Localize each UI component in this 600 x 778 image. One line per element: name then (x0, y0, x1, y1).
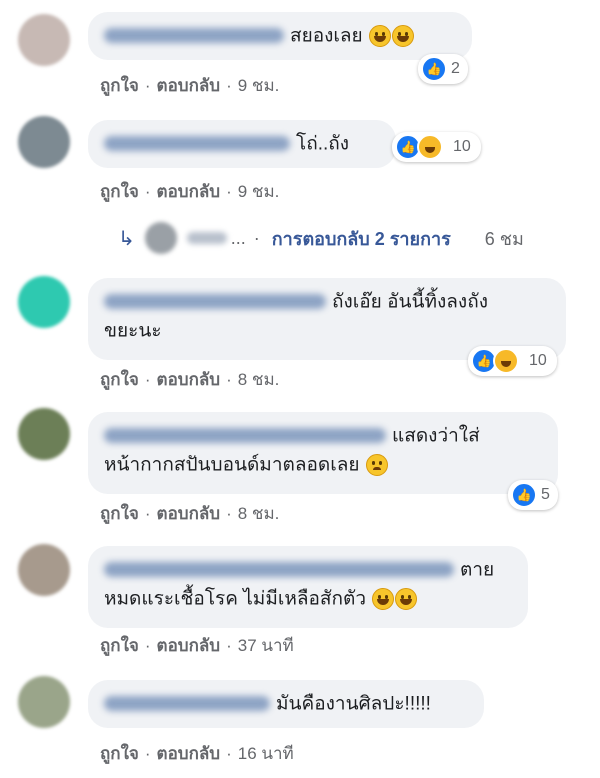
comment-actions: ถูกใจ · ตอบกลับ · 37 นาที (100, 636, 294, 655)
reaction-count: 10 (453, 138, 471, 155)
comment-text: ตาย (460, 559, 495, 581)
timestamp[interactable]: 8 ชม. (238, 504, 280, 523)
author-name-blurred[interactable] (104, 136, 290, 152)
view-replies-link[interactable]: การตอบกลับ 2 รายการ (272, 224, 451, 253)
like-reaction-icon: 👍 (511, 482, 537, 508)
author-name-blurred[interactable] (104, 696, 270, 712)
comment-actions: ถูกใจ · ตอบกลับ · 9 ชม. (100, 182, 280, 201)
comment-text: มันคืองานศิลปะ!!!!! (276, 693, 431, 715)
reply-link[interactable]: ตอบกลับ (157, 76, 221, 95)
comment-text: ขยะนะ (104, 320, 162, 342)
timestamp[interactable]: 37 นาที (238, 636, 294, 655)
comment-text: โถ่..ถัง (296, 133, 350, 155)
timestamp[interactable]: 9 ชม. (238, 76, 280, 95)
timestamp[interactable]: 9 ชม. (238, 182, 280, 201)
like-link[interactable]: ถูกใจ (100, 744, 139, 763)
like-link[interactable]: ถูกใจ (100, 504, 139, 523)
reply-author-blurred (186, 232, 227, 244)
reaction-summary[interactable]: 👍 2 (418, 54, 468, 84)
reaction-summary[interactable]: 👍 10 (392, 132, 481, 162)
comment-bubble: สยองเลย (88, 12, 472, 60)
grin-sweat-emoji-icon (368, 24, 391, 47)
comment-bubble: แสดงว่าใส่ หน้ากากสปันบอนด์มาตลอดเลย (88, 412, 558, 494)
comment-actions: ถูกใจ · ตอบกลับ · 9 ชม. (100, 76, 280, 95)
reaction-summary[interactable]: 👍 10 (468, 346, 557, 376)
comment-actions: ถูกใจ · ตอบกลับ · 16 นาที (100, 744, 294, 763)
view-replies-row[interactable]: ↳ ... · การตอบกลับ 2 รายการ 6 ชม (118, 222, 524, 254)
comment-text: แสดงว่าใส่ (392, 425, 480, 447)
reply-link[interactable]: ตอบกลับ (157, 504, 221, 523)
like-link[interactable]: ถูกใจ (100, 182, 139, 201)
author-name-blurred[interactable] (104, 562, 454, 578)
comment-actions: ถูกใจ · ตอบกลับ · 8 ชม. (100, 504, 280, 523)
avatar[interactable] (18, 276, 70, 328)
author-name-blurred[interactable] (104, 294, 326, 310)
timestamp[interactable]: 16 นาที (238, 744, 294, 763)
reaction-count: 2 (451, 60, 460, 77)
reply-link[interactable]: ตอบกลับ (157, 370, 221, 389)
reply-link[interactable]: ตอบกลับ (157, 182, 221, 201)
comment-text: สยองเลย (290, 25, 363, 47)
grin-sweat-emoji-icon (391, 24, 414, 47)
comment-text: ถังเอ๊ย อันนี้ทิ้งลงถัง (332, 291, 488, 313)
like-link[interactable]: ถูกใจ (100, 636, 139, 655)
haha-reaction-icon (493, 348, 519, 374)
reply-ellipsis: ... (230, 227, 246, 248)
like-reaction-icon: 👍 (421, 56, 447, 82)
reaction-summary[interactable]: 👍 5 (508, 480, 558, 510)
comment-actions: ถูกใจ · ตอบกลับ · 8 ชม. (100, 370, 280, 389)
avatar[interactable] (18, 408, 70, 460)
reply-link[interactable]: ตอบกลับ (157, 636, 221, 655)
timestamp[interactable]: 8 ชม. (238, 370, 280, 389)
comment-text: หมดแระเชื้อโรค ไม่มีเหลือสักตัว (104, 588, 367, 610)
worried-emoji-icon (365, 454, 388, 477)
avatar[interactable] (18, 116, 70, 168)
like-link[interactable]: ถูกใจ (100, 370, 139, 389)
avatar[interactable] (18, 676, 70, 728)
avatar[interactable] (18, 544, 70, 596)
reaction-count: 10 (529, 352, 547, 369)
comment-bubble: ตาย หมดแระเชื้อโรค ไม่มีเหลือสักตัว (88, 546, 528, 628)
rolling-laughing-emoji-icon (395, 588, 418, 611)
author-name-blurred[interactable] (104, 428, 386, 444)
reply-timestamp: 6 ชม (484, 228, 524, 249)
tears-of-joy-emoji-icon (372, 588, 395, 611)
like-link[interactable]: ถูกใจ (100, 76, 139, 95)
comment-text: หน้ากากสปันบอนด์มาตลอดเลย (104, 454, 360, 476)
reply-link[interactable]: ตอบกลับ (157, 744, 221, 763)
reaction-count: 5 (541, 486, 550, 503)
author-name-blurred[interactable] (104, 28, 284, 44)
avatar[interactable] (18, 14, 70, 66)
comment-bubble: โถ่..ถัง (88, 120, 396, 168)
comment-bubble: มันคืองานศิลปะ!!!!! (88, 680, 484, 728)
reply-avatar (144, 222, 177, 254)
reply-arrow-icon: ↳ (118, 227, 135, 250)
haha-reaction-icon (417, 134, 443, 160)
